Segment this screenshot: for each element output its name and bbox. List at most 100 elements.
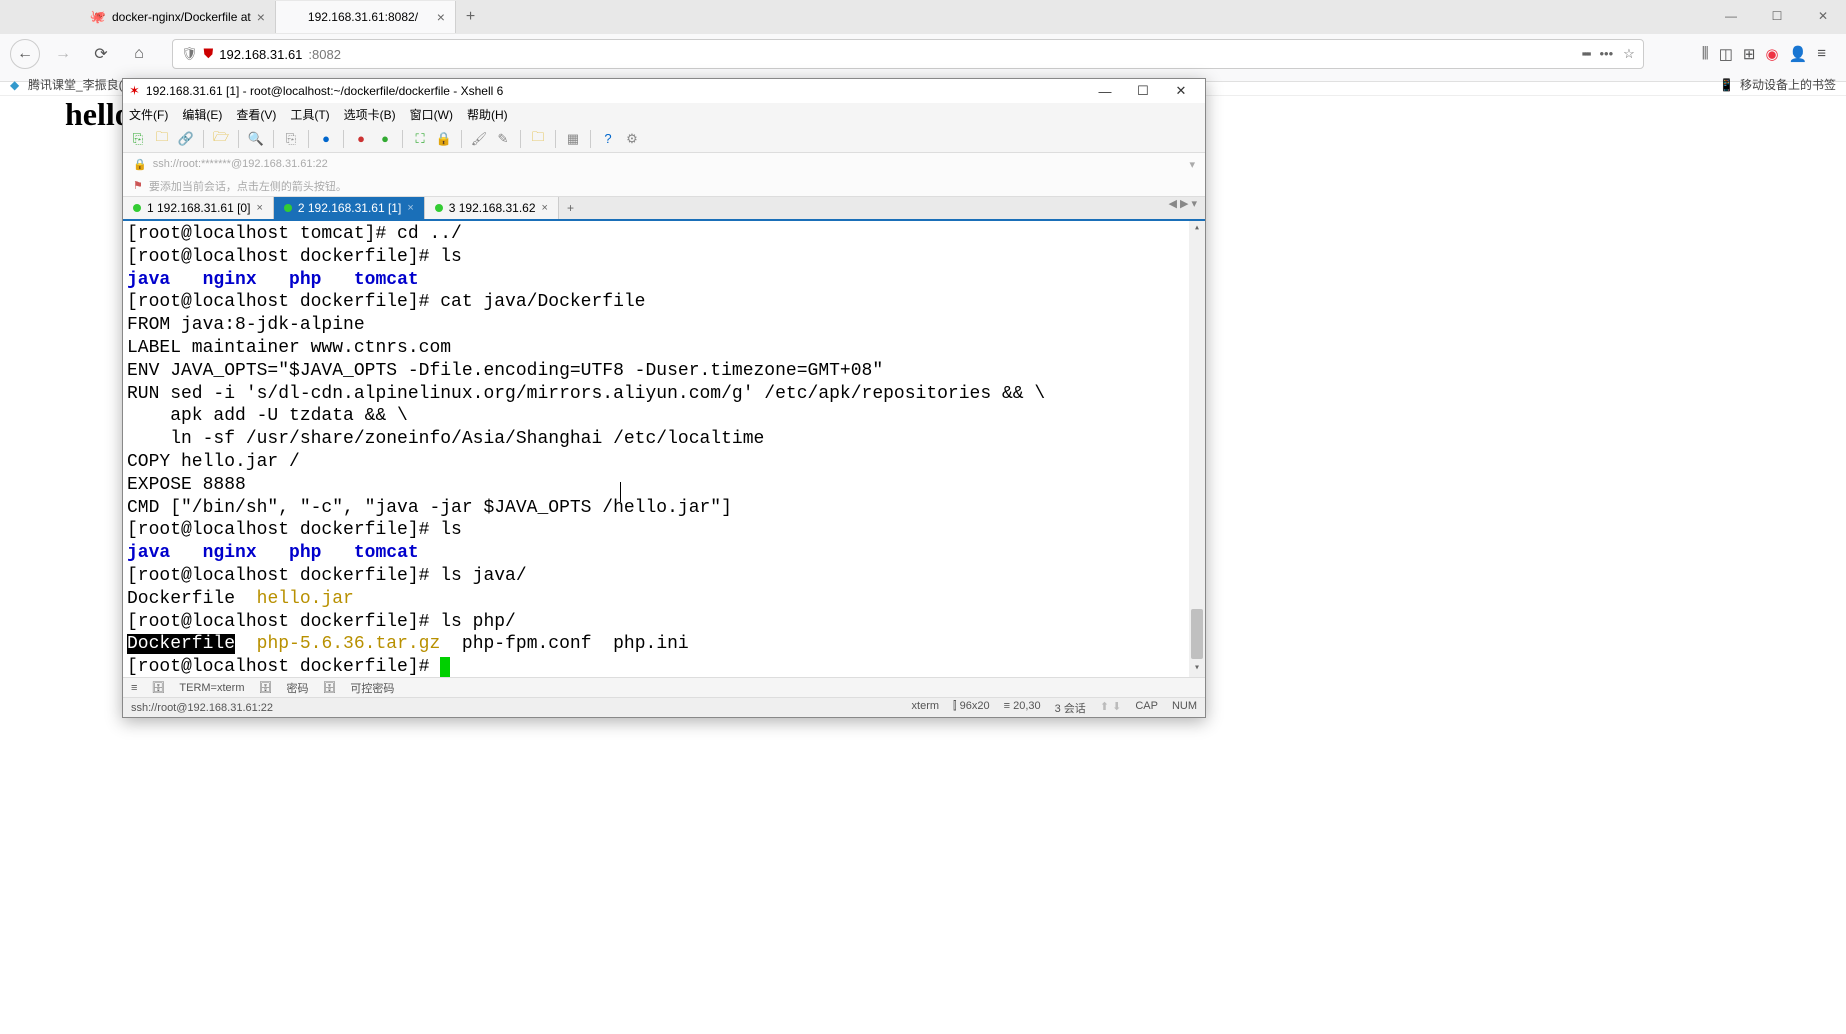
- menu-edit[interactable]: 编辑(E): [182, 106, 222, 123]
- folder2-icon[interactable]: 🗀: [529, 130, 547, 148]
- menu-tabs[interactable]: 选项卡(B): [344, 106, 396, 123]
- xshell-titlebar[interactable]: ✶ 192.168.31.61 [1] - root@localhost:~/d…: [123, 79, 1205, 103]
- library-icon[interactable]: ⫼: [1702, 45, 1709, 63]
- minimize-button[interactable]: —: [1087, 80, 1123, 102]
- url-bar[interactable]: 🛡 ⛊ 192.168.31.61:8082 ▪▪▪ ••• ☆: [172, 39, 1644, 69]
- search-icon[interactable]: 🔍: [247, 130, 265, 148]
- hint-text: 要添加当前会话，点击左侧的箭头按钮。: [149, 178, 347, 194]
- xshell-address-bar[interactable]: 🔒 ssh://root:*******@192.168.31.61:22 ▾: [123, 153, 1205, 175]
- reader-icon[interactable]: ▪▪▪: [1582, 46, 1590, 62]
- close-button[interactable]: ✕: [1163, 80, 1199, 102]
- ctrl-password-label[interactable]: 可控密码: [350, 680, 394, 696]
- term-line: [root@localhost dockerfile]# ls java/: [127, 565, 1201, 588]
- status-sessions: 3 会话: [1055, 700, 1086, 716]
- menu-dots-icon[interactable]: •••: [1599, 46, 1613, 62]
- status-arrows[interactable]: ⬆ ⬇: [1100, 700, 1122, 716]
- close-icon[interactable]: ×: [256, 202, 262, 214]
- xshell-app-icon: ✶: [129, 83, 140, 99]
- folder-icon[interactable]: 🗁: [212, 130, 230, 148]
- minimize-button[interactable]: —: [1708, 0, 1754, 32]
- menu-window[interactable]: 窗口(W): [410, 106, 453, 123]
- dot-blue-icon[interactable]: ●: [317, 130, 335, 148]
- tab-title: 192.168.31.61:8082/: [308, 10, 418, 24]
- link-icon[interactable]: 🔗: [177, 130, 195, 148]
- menu-tools[interactable]: 工具(T): [290, 106, 329, 123]
- status-num: NUM: [1172, 700, 1197, 716]
- session-tab-2[interactable]: 2 192.168.31.61 [1] ×: [274, 197, 425, 219]
- term-line: [root@localhost tomcat]# cd ../: [127, 223, 1201, 246]
- scroll-down-icon[interactable]: ▾: [1189, 661, 1205, 677]
- new-session-icon[interactable]: ⎘: [129, 130, 147, 148]
- briefcase-icon: 🗄: [151, 681, 165, 694]
- bookmarks-mobile[interactable]: 📱 移动设备上的书签: [1719, 76, 1836, 93]
- term-line: ln -sf /usr/share/zoneinfo/Asia/Shanghai…: [127, 428, 1201, 451]
- addons-icon[interactable]: ⊞: [1743, 45, 1756, 63]
- account-icon[interactable]: 👤: [1789, 45, 1808, 63]
- new-tab-button[interactable]: +: [456, 8, 485, 26]
- browser-tab-2[interactable]: 192.168.31.61:8082/ ×: [276, 1, 456, 33]
- open-icon[interactable]: 🗀: [153, 130, 171, 148]
- grid-icon[interactable]: ▦: [564, 130, 582, 148]
- xshell-hint-bar: ⚑ 要添加当前会话，点击左侧的箭头按钮。: [123, 175, 1205, 197]
- home-button[interactable]: ⌂: [124, 39, 154, 69]
- session-tab-3[interactable]: 3 192.168.31.62 ×: [425, 197, 559, 219]
- password-label[interactable]: 密码: [286, 680, 308, 696]
- close-button[interactable]: ✕: [1800, 0, 1846, 32]
- close-icon[interactable]: ×: [437, 9, 445, 25]
- star-icon[interactable]: ☆: [1623, 46, 1635, 62]
- terminal[interactable]: [root@localhost tomcat]# cd ../ [root@lo…: [123, 221, 1205, 677]
- term-line: java nginx php tomcat: [127, 542, 1201, 565]
- add-session-button[interactable]: +: [559, 197, 582, 219]
- term-line: java nginx php tomcat: [127, 269, 1201, 292]
- status-pos: ≡ 20,30: [1004, 700, 1041, 716]
- scroll-up-icon[interactable]: ▴: [1189, 221, 1205, 237]
- session-label: 1 192.168.31.61 [0]: [147, 201, 250, 215]
- menu-view[interactable]: 查看(V): [236, 106, 276, 123]
- dot-red-icon[interactable]: ●: [352, 130, 370, 148]
- flag-icon: ⚑: [133, 179, 143, 192]
- close-icon[interactable]: ×: [542, 202, 548, 214]
- session-tab-1[interactable]: 1 192.168.31.61 [0] ×: [123, 197, 274, 219]
- brush-icon[interactable]: ✎: [494, 130, 512, 148]
- extension-icon[interactable]: ◉: [1765, 45, 1778, 63]
- browser-tab-1[interactable]: 🐙 docker-nginx/Dockerfile at ×: [80, 1, 276, 33]
- insecure-icon: ⛊: [204, 46, 214, 62]
- maximize-button[interactable]: ☐: [1754, 0, 1800, 32]
- dot-green-icon[interactable]: ●: [376, 130, 394, 148]
- term-line: CMD ["/bin/sh", "-c", "java -jar $JAVA_O…: [127, 497, 1201, 520]
- maximize-button[interactable]: ☐: [1125, 80, 1161, 102]
- menu-list-icon[interactable]: ≡: [131, 682, 137, 694]
- dropdown-icon[interactable]: ▾: [1189, 158, 1195, 171]
- help-icon[interactable]: ?: [599, 130, 617, 148]
- github-icon: 🐙: [90, 9, 106, 25]
- status-connection: ssh://root@192.168.31.61:22: [131, 702, 273, 714]
- fullscreen-icon[interactable]: ⛶: [411, 130, 429, 148]
- close-icon[interactable]: ×: [407, 202, 413, 214]
- gear-icon[interactable]: ⚙: [623, 130, 641, 148]
- session-label: 3 192.168.31.62: [449, 201, 536, 215]
- briefcase-icon: 🗄: [322, 681, 336, 694]
- copy-icon[interactable]: ⎘: [282, 130, 300, 148]
- xshell-title: 192.168.31.61 [1] - root@localhost:~/doc…: [146, 84, 503, 98]
- window-controls: — ☐ ✕: [1708, 0, 1846, 32]
- reload-button[interactable]: ⟳: [86, 39, 116, 69]
- terminal-scrollbar[interactable]: ▴ ▾: [1189, 221, 1205, 677]
- menu-help[interactable]: 帮助(H): [467, 106, 508, 123]
- menu-file[interactable]: 文件(F): [129, 106, 168, 123]
- menu-icon[interactable]: ≡: [1817, 45, 1826, 63]
- right-toolbar: ⫼ ◫ ⊞ ◉ 👤 ≡: [1702, 45, 1836, 63]
- terminal-cursor: [440, 657, 450, 677]
- xshell-status-bar: ssh://root@192.168.31.61:22 xterm ⫿ 96x2…: [123, 697, 1205, 717]
- lock-icon[interactable]: 🔒: [435, 130, 453, 148]
- paint-icon[interactable]: 🖌: [470, 130, 488, 148]
- url-host: 192.168.31.61: [219, 47, 302, 62]
- term-line: [root@localhost dockerfile]#: [127, 656, 1201, 677]
- session-nav[interactable]: ◀ ▶ ▾: [1160, 197, 1205, 219]
- scrollbar-thumb[interactable]: [1191, 609, 1203, 659]
- term-line: ENV JAVA_OPTS="$JAVA_OPTS -Dfile.encodin…: [127, 360, 1201, 383]
- forward-button[interactable]: →: [48, 39, 78, 69]
- address-text: ssh://root:*******@192.168.31.61:22: [153, 158, 328, 170]
- back-button[interactable]: ←: [10, 39, 40, 69]
- sidebar-icon[interactable]: ◫: [1719, 45, 1733, 63]
- close-icon[interactable]: ×: [257, 9, 265, 25]
